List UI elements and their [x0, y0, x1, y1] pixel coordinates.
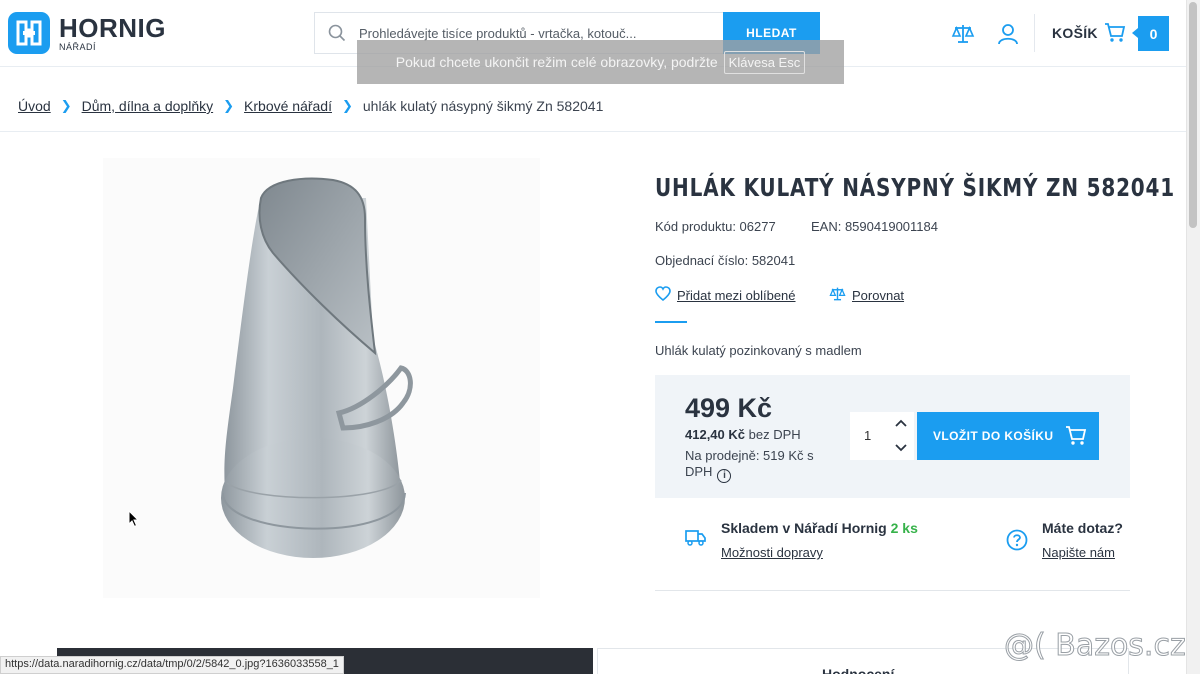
- watermark: @( Bazos.cz: [1004, 628, 1187, 664]
- user-icon[interactable]: [996, 22, 1020, 46]
- add-to-cart-label: VLOŽIT DO KOŠÍKU: [933, 429, 1054, 443]
- scrollbar-thumb[interactable]: [1189, 2, 1197, 228]
- breadcrumb-link-home[interactable]: Úvod: [18, 98, 51, 114]
- stock-status: Skladem v Nářadí Hornig 2 ks: [721, 520, 918, 536]
- breadcrumb: Úvod ❯ Dům, dílna a doplňky ❯ Krbové nář…: [18, 98, 603, 114]
- quantity-value[interactable]: 1: [864, 428, 871, 443]
- contact-us-link[interactable]: Napište nám: [1042, 545, 1115, 560]
- search-icon: [315, 13, 359, 53]
- price-without-vat: 412,40 Kč bez DPH: [685, 427, 801, 442]
- compare-icon: [829, 286, 846, 305]
- add-to-favorites-link[interactable]: Přidat mezi oblíbené: [655, 286, 796, 304]
- cart-label[interactable]: KOŠÍK: [1052, 25, 1098, 41]
- accent-divider: [655, 321, 687, 323]
- chevron-right-icon: ❯: [341, 98, 353, 113]
- status-bar-url: https://data.naradihornig.cz/data/tmp/0/…: [0, 656, 344, 674]
- quantity-stepper[interactable]: 1: [850, 412, 914, 460]
- logo[interactable]: HORNIG NÁŘADÍ: [8, 12, 166, 54]
- price-box: 499 Kč 412,40 Kč bez DPH Na prodejně: 51…: [655, 375, 1130, 498]
- stock-status-text: Skladem v Nářadí Hornig: [721, 520, 887, 536]
- breadcrumb-divider: [0, 131, 1186, 132]
- shipping-options-link[interactable]: Možnosti dopravy: [721, 545, 823, 560]
- compare-label: Porovnat: [852, 288, 905, 303]
- order-number: Objednací číslo: 582041: [655, 253, 796, 268]
- chevron-down-icon[interactable]: [894, 440, 908, 454]
- info-icon[interactable]: i: [717, 469, 732, 483]
- cart-icon[interactable]: [1104, 21, 1126, 48]
- price: 499 Kč: [685, 393, 773, 423]
- logo-name: HORNIG: [59, 12, 166, 43]
- stock-count: 2 ks: [890, 520, 918, 536]
- price-without-vat-value: 412,40 Kč: [685, 427, 745, 442]
- add-to-favorites-label: Přidat mezi oblíbené: [677, 287, 796, 303]
- scrollbar[interactable]: [1186, 0, 1200, 674]
- truck-icon: [685, 528, 707, 551]
- mouse-cursor-icon: [128, 509, 140, 533]
- fullscreen-notice: Pokud chcete ukončit režim celé obrazovk…: [357, 40, 844, 84]
- product-image[interactable]: [103, 158, 540, 598]
- section-divider: [655, 590, 1130, 591]
- chevron-right-icon: ❯: [223, 98, 235, 113]
- compare-icon[interactable]: [951, 22, 975, 46]
- breadcrumb-link-home-workshop[interactable]: Dům, dílna a doplňky: [82, 98, 214, 114]
- fullscreen-notice-text: Pokud chcete ukončit režim celé obrazovk…: [395, 54, 718, 70]
- cart-count-badge[interactable]: 0: [1132, 16, 1169, 51]
- chevron-right-icon: ❯: [60, 98, 72, 113]
- fullscreen-notice-key: Klávesa Esc: [723, 50, 806, 74]
- compare-link[interactable]: Porovnat: [829, 286, 904, 305]
- product-ean: EAN: 8590419001184: [811, 219, 938, 234]
- question-icon: [1006, 529, 1028, 556]
- breadcrumb-current: uhlák kulatý násypný šikmý Zn 582041: [362, 98, 604, 114]
- header-divider: [1034, 14, 1035, 52]
- product-title: UHLÁK KULATÝ NÁSYPNÝ ŠIKMÝ ZN 582041: [655, 173, 1175, 202]
- short-description: Uhlák kulatý pozinkovaný s madlem: [655, 343, 862, 358]
- breadcrumb-link-fireplace-tools[interactable]: Krbové nářadí: [244, 98, 332, 114]
- heart-icon: [655, 286, 671, 304]
- logo-mark-icon: [8, 12, 50, 54]
- tab-reviews-label: Hodnocení: [822, 666, 895, 674]
- store-price: Na prodejně: 519 Kč s DPH i: [685, 448, 825, 483]
- product-code: Kód produktu: 06277: [655, 219, 776, 234]
- add-to-cart-button[interactable]: VLOŽIT DO KOŠÍKU: [917, 412, 1099, 460]
- store-price-text: Na prodejně: 519 Kč s DPH: [685, 448, 814, 479]
- chevron-up-icon[interactable]: [894, 417, 908, 431]
- logo-subtitle: NÁŘADÍ: [59, 41, 97, 52]
- price-without-vat-label: bez DPH: [748, 427, 801, 442]
- question-title: Máte dotaz?: [1042, 520, 1123, 536]
- cart-icon: [1053, 424, 1087, 449]
